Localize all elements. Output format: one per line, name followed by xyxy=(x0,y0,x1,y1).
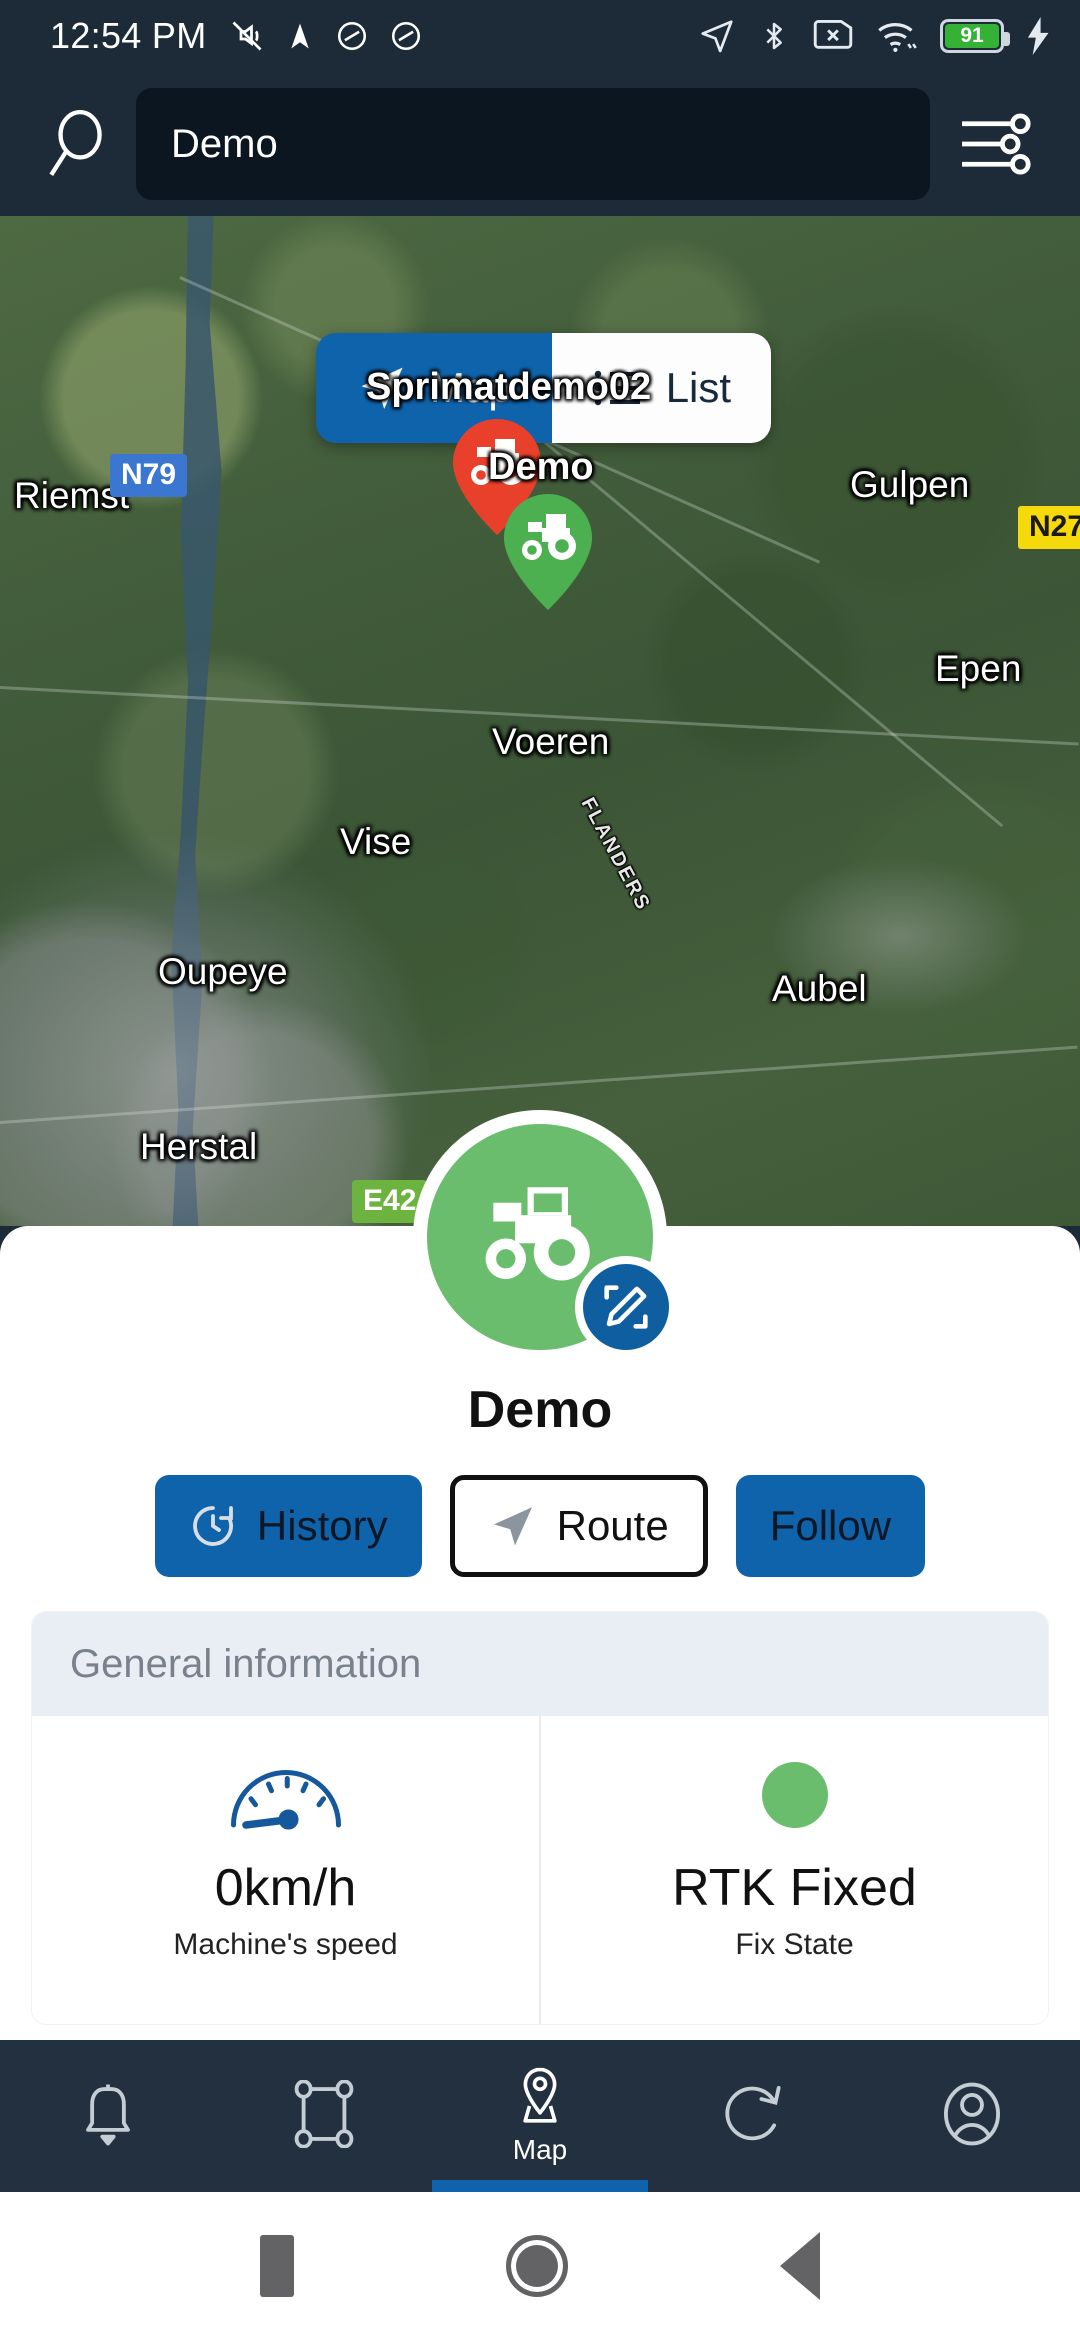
bottom-navigation: Map xyxy=(0,2040,1080,2192)
filter-sliders-icon xyxy=(962,113,1031,175)
search-header: Demo xyxy=(0,72,1080,216)
map-place-label: Epen xyxy=(935,648,1022,689)
status-bar-right-icons: 91 xyxy=(698,17,1052,55)
dnd-icon xyxy=(337,21,366,51)
clock-rotate-icon xyxy=(193,1506,233,1546)
edit-avatar-button[interactable] xyxy=(575,1256,677,1358)
general-information-header: General information xyxy=(32,1612,1048,1716)
map-place-label: Voeren xyxy=(492,721,610,762)
map-marker-demo[interactable] xyxy=(504,494,592,610)
nav-item-map-label: Map xyxy=(512,2134,568,2165)
status-dot-icon xyxy=(761,1746,828,1844)
nav-item-map[interactable]: Map xyxy=(432,2040,648,2192)
sim-card-off-icon xyxy=(813,20,853,49)
info-cell-fix-state: RTK Fixed Fix State xyxy=(539,1716,1048,2024)
machine-detail-sheet: Demo History Route Follow General inform… xyxy=(0,1110,1080,2040)
search-button[interactable] xyxy=(30,107,126,181)
nav-active-indicator xyxy=(432,2180,648,2192)
history-button-label: History xyxy=(256,1502,388,1549)
speed-label: Machine's speed xyxy=(173,1928,398,1961)
status-bar-left-icons xyxy=(229,18,423,54)
navigation-arrow-icon xyxy=(493,1507,532,1546)
status-bar: 12:54 PM 91 xyxy=(0,0,1080,72)
map-region-label: FLANDERS xyxy=(576,794,655,915)
general-information-grid: 0km/h Machine's speed RTK Fixed Fix Stat… xyxy=(32,1716,1048,2024)
map-place-label: Oupeye xyxy=(158,951,288,992)
history-button[interactable]: History xyxy=(154,1475,422,1577)
history-rotate-icon xyxy=(725,2086,781,2141)
recents-button[interactable] xyxy=(260,2235,294,2297)
nav-item-profile[interactable] xyxy=(864,2040,1080,2192)
field-boundary-icon xyxy=(294,2080,354,2148)
wifi-icon xyxy=(878,23,917,52)
charging-bolt-icon xyxy=(1027,17,1049,55)
road-shield: N278 xyxy=(1018,506,1080,549)
action-buttons: History Route Follow xyxy=(0,1475,1080,1577)
follow-button-label: Follow xyxy=(769,1502,892,1549)
page-title: Demo xyxy=(467,1381,613,1439)
map-pin-icon xyxy=(523,2067,557,2123)
speedometer-icon xyxy=(226,1746,346,1844)
android-navigation-bar xyxy=(0,2192,1080,2340)
route-button[interactable]: Route xyxy=(449,1475,708,1577)
nav-item-fields[interactable] xyxy=(216,2040,432,2192)
map-place-label: Aubel xyxy=(772,968,867,1009)
location-arrow-icon xyxy=(290,23,309,49)
fix-state-label: Fix State xyxy=(735,1928,854,1961)
profile-icon xyxy=(944,2082,1000,2146)
map-marker-label: Demo xyxy=(488,446,594,488)
map-place-label: Gulpen xyxy=(850,464,970,505)
map-marker-label: Sprimatdemo02 xyxy=(366,366,652,408)
search-input[interactable]: Demo xyxy=(136,88,930,200)
nav-item-alerts[interactable] xyxy=(0,2040,216,2192)
search-input-value: Demo xyxy=(171,121,278,166)
follow-button[interactable]: Follow xyxy=(735,1475,926,1577)
avatar[interactable] xyxy=(413,1110,677,1364)
speed-value: 0km/h xyxy=(214,1859,357,1917)
nav-item-history[interactable] xyxy=(648,2040,864,2192)
info-cell-speed: 0km/h Machine's speed xyxy=(32,1716,539,2024)
back-button[interactable] xyxy=(780,2232,820,2300)
battery-percent: 91 xyxy=(960,24,984,47)
edit-pencil-icon xyxy=(604,1285,648,1329)
route-button-label: Route xyxy=(556,1502,669,1549)
map-pin-green xyxy=(504,494,592,610)
tab-list-label: List xyxy=(665,364,732,411)
home-button[interactable] xyxy=(506,2235,568,2297)
bell-icon xyxy=(86,2084,130,2146)
fix-state-value: RTK Fixed xyxy=(672,1859,917,1917)
map-place-label: Herstal xyxy=(140,1126,258,1167)
filter-button[interactable] xyxy=(940,106,1050,182)
status-bar-clock: 12:54 PM xyxy=(50,15,207,56)
general-information-card: General information 0km/h Machine's spee… xyxy=(32,1612,1048,2024)
search-icon xyxy=(49,109,102,176)
map-place-label: Vise xyxy=(340,821,412,862)
dnd-icon xyxy=(391,21,420,51)
phone-screen: 12:54 PM 91 Demo Riemst Gulpen Epen Voer… xyxy=(0,0,1080,2340)
location-arrow-icon xyxy=(701,20,733,53)
map-canvas[interactable]: Riemst Gulpen Epen Voeren Vise Oupeye Au… xyxy=(0,216,1080,1226)
road-shield: N79 xyxy=(110,454,188,497)
mute-icon xyxy=(232,21,261,51)
bluetooth-icon xyxy=(766,22,782,50)
battery-icon: 91 xyxy=(940,19,1010,53)
